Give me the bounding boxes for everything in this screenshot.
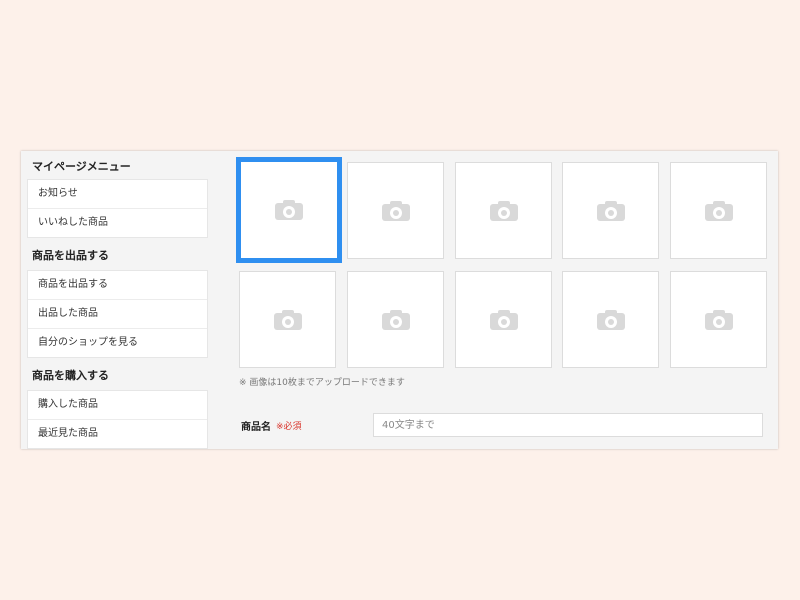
- camera-icon: [489, 200, 518, 221]
- image-slot-3[interactable]: [455, 162, 552, 259]
- image-slot-2[interactable]: [347, 162, 444, 259]
- image-slot-1[interactable]: [236, 157, 342, 263]
- image-slot-8[interactable]: [455, 271, 552, 368]
- menu-group-sell: 商品を出品する 出品した商品 自分のショップを見る: [27, 270, 208, 358]
- upload-limit-note: ※ 画像は10枚までアップロードできます: [239, 378, 405, 388]
- camera-icon: [596, 309, 625, 330]
- image-slot-10[interactable]: [670, 271, 767, 368]
- image-slot-4[interactable]: [562, 162, 659, 259]
- menu-item-purchased-products[interactable]: 購入した商品: [28, 391, 207, 420]
- camera-icon: [596, 200, 625, 221]
- camera-icon: [704, 200, 733, 221]
- menu-item-list-product[interactable]: 商品を出品する: [28, 271, 207, 300]
- camera-icon: [381, 200, 410, 221]
- sidebar: マイページメニュー お知らせ いいねした商品 商品を出品する 商品を出品する 出…: [27, 151, 208, 449]
- menu-group-mypage: お知らせ いいねした商品: [27, 179, 208, 238]
- camera-icon: [704, 309, 733, 330]
- image-slot-5[interactable]: [670, 162, 767, 259]
- menu-item-liked-products[interactable]: いいねした商品: [28, 209, 207, 237]
- image-slot-6[interactable]: [239, 271, 336, 368]
- section-title-sell: 商品を出品する: [32, 249, 109, 262]
- section-title-mypage-menu: マイページメニュー: [32, 160, 131, 173]
- image-upload-grid: [236, 157, 769, 369]
- menu-group-buy: 購入した商品 最近見た商品: [27, 390, 208, 449]
- camera-icon: [275, 200, 303, 220]
- section-title-buy: 商品を購入する: [32, 369, 109, 382]
- menu-item-notifications[interactable]: お知らせ: [28, 180, 207, 209]
- product-name-input[interactable]: [373, 413, 763, 437]
- camera-icon: [273, 309, 302, 330]
- mypage-panel: マイページメニュー お知らせ いいねした商品 商品を出品する 商品を出品する 出…: [21, 151, 778, 449]
- image-slot-9[interactable]: [562, 271, 659, 368]
- camera-icon: [381, 309, 410, 330]
- required-badge: ※必須: [276, 422, 302, 432]
- menu-item-listed-products[interactable]: 出品した商品: [28, 300, 207, 329]
- product-name-row: 商品名 ※必須: [241, 413, 765, 437]
- menu-item-view-my-shop[interactable]: 自分のショップを見る: [28, 329, 207, 357]
- product-name-label: 商品名: [241, 422, 271, 433]
- image-slot-7[interactable]: [347, 271, 444, 368]
- camera-icon: [489, 309, 518, 330]
- menu-item-recently-viewed[interactable]: 最近見た商品: [28, 420, 207, 448]
